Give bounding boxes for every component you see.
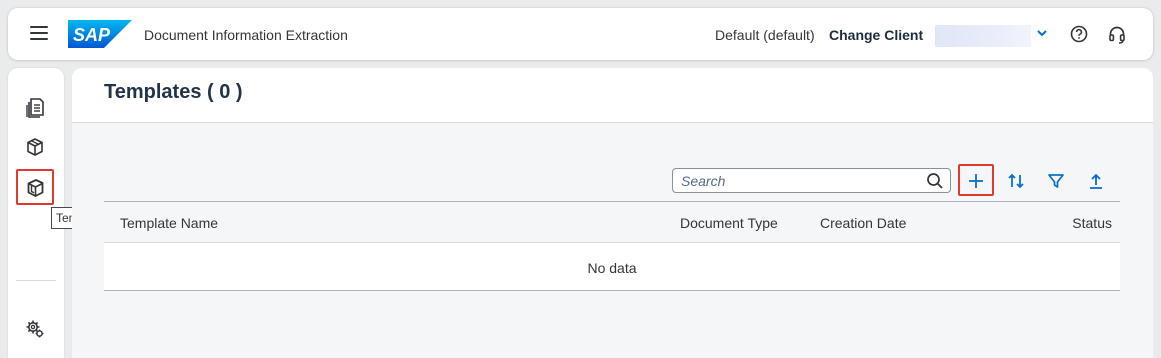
- gears-icon[interactable]: [24, 318, 46, 340]
- cube-icon[interactable]: [24, 136, 46, 158]
- table-body: No data: [104, 243, 1120, 291]
- column-header-status[interactable]: Status: [1072, 215, 1112, 231]
- search-field[interactable]: [672, 168, 951, 193]
- sort-icon: [1008, 173, 1024, 189]
- template-nav-highlight: [16, 169, 54, 205]
- page-header: Templates ( 0 ): [72, 68, 1153, 123]
- search-icon[interactable]: [926, 172, 944, 190]
- page-title: Templates ( 0 ): [104, 81, 243, 103]
- filter-icon: [1048, 174, 1064, 188]
- templates-table: Template Name Document Type Creation Dat…: [104, 201, 1120, 291]
- client-select[interactable]: [935, 25, 1031, 47]
- main-content: Templates ( 0 ) Template Name: [72, 68, 1153, 358]
- current-client-label: Default (default): [715, 27, 815, 43]
- column-header-creation-date[interactable]: Creation Date: [820, 215, 906, 231]
- table-header: Template Name Document Type Creation Dat…: [104, 201, 1120, 243]
- help-icon[interactable]: [1070, 25, 1088, 43]
- no-data-text: No data: [587, 260, 637, 276]
- add-button-highlight: [958, 164, 994, 196]
- svg-text:SAP: SAP: [73, 25, 111, 45]
- headset-icon[interactable]: [1107, 25, 1127, 45]
- sap-logo[interactable]: SAP: [68, 20, 132, 48]
- column-header-template-name[interactable]: Template Name: [120, 215, 218, 231]
- nav-divider: [16, 280, 56, 281]
- export-button[interactable]: [1082, 168, 1110, 194]
- export-icon: [1090, 173, 1102, 189]
- app-title: Document Information Extraction: [144, 27, 348, 43]
- sort-button[interactable]: [1002, 168, 1030, 194]
- hamburger-menu-icon[interactable]: [30, 26, 48, 42]
- filter-button[interactable]: [1042, 168, 1070, 194]
- change-client-button[interactable]: Change Client: [829, 27, 923, 43]
- chevron-down-icon[interactable]: [1035, 26, 1049, 40]
- search-input[interactable]: [681, 172, 921, 189]
- column-header-document-type[interactable]: Document Type: [680, 215, 778, 231]
- documents-icon[interactable]: [24, 96, 46, 118]
- shell-bar: SAP Document Information Extraction Defa…: [8, 8, 1153, 60]
